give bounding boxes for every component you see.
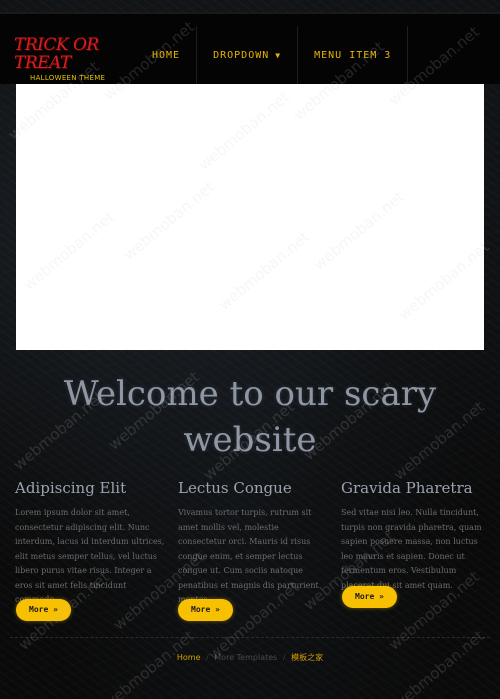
nav-item-dropdown[interactable]: DROPDOWN ▼ (197, 26, 299, 84)
breadcrumb: Home / More Templates / 模板之家 (0, 652, 500, 663)
welcome-heading: Welcome to our scary website (63, 374, 437, 460)
column-text: Sed vitae nisi leo. Nulla tincidunt, tur… (341, 508, 482, 590)
column-title: Adipiscing Elit (15, 479, 127, 497)
column-text: Lorem ipsum dolor sit amet, consectetur … (15, 508, 165, 604)
nav-item-home[interactable]: HOME (134, 26, 198, 84)
column-text: Vivamus tortor turpis, rutrum sit amet m… (178, 508, 319, 604)
breadcrumb-separator: / (206, 653, 209, 662)
nav-item-menu-item-3[interactable]: MENU ITEM 3 (298, 26, 409, 84)
hero-banner (16, 84, 484, 350)
footer-divider (10, 637, 490, 638)
column-title: Gravida Pharetra (341, 479, 473, 497)
breadcrumb-site-link[interactable]: 模板之家 (291, 653, 323, 662)
nav-item-label: DROPDOWN (213, 49, 270, 61)
breadcrumb-more-templates-link[interactable]: More Templates (214, 653, 277, 662)
column-title: Lectus Congue (178, 479, 292, 497)
logo-title: TRICK OR TREAT (14, 35, 99, 73)
site-header: TRICK OR TREAT HALLOWEEN THEME HOME DROP… (0, 12, 500, 84)
site-logo[interactable]: TRICK OR TREAT HALLOWEEN THEME (14, 35, 124, 82)
caret-down-icon: ▼ (275, 50, 282, 60)
main-nav: HOME DROPDOWN ▼ MENU ITEM 3 (134, 26, 409, 86)
logo-subtitle: HALLOWEEN THEME (30, 74, 106, 82)
more-button-3[interactable]: More » (342, 586, 397, 608)
more-button-2[interactable]: More » (178, 599, 233, 621)
feature-column-1: Adipiscing Elit Lorem ipsum dolor sit am… (15, 478, 165, 608)
nav-item-label: MENU ITEM 3 (314, 49, 392, 61)
feature-column-3: Gravida Pharetra Sed vitae nisi leo. Nul… (341, 478, 491, 593)
feature-column-2: Lectus Congue Vivamus tortor turpis, rut… (178, 478, 328, 608)
breadcrumb-separator: / (282, 653, 286, 662)
nav-item-label: HOME (152, 49, 181, 61)
more-button-1[interactable]: More » (16, 599, 71, 621)
breadcrumb-home-link[interactable]: Home (177, 653, 201, 662)
